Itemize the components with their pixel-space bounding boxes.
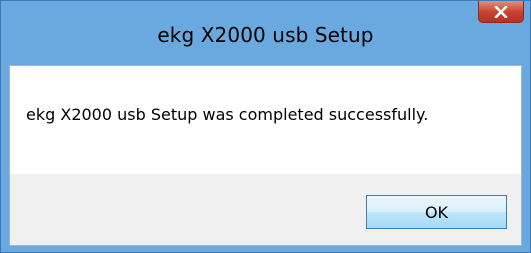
setup-dialog-window: ekg X2000 usb Setup ekg X2000 usb Setup … xyxy=(0,0,531,253)
close-icon xyxy=(494,5,508,18)
ok-button[interactable]: OK xyxy=(366,195,507,229)
window-title: ekg X2000 usb Setup xyxy=(157,23,374,47)
close-button[interactable] xyxy=(478,1,524,23)
completion-message: ekg X2000 usb Setup was completed succes… xyxy=(26,105,429,124)
dialog-body: ekg X2000 usb Setup was completed succes… xyxy=(9,65,522,246)
title-bar[interactable]: ekg X2000 usb Setup xyxy=(1,1,530,65)
focus-ring xyxy=(369,198,504,226)
button-footer: OK xyxy=(10,174,521,245)
